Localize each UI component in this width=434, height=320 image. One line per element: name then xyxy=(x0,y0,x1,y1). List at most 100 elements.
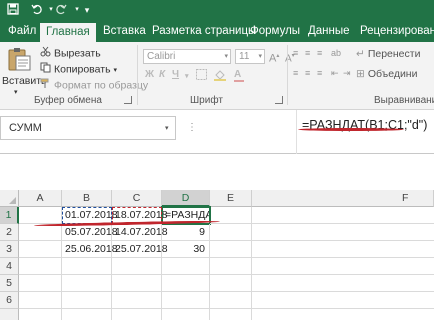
paste-icon[interactable] xyxy=(6,46,32,72)
row-header-1[interactable]: 1 xyxy=(0,207,19,224)
row-header-5[interactable]: 5 xyxy=(0,275,19,292)
font-group-label: Шрифт xyxy=(190,95,223,106)
cell-D6[interactable] xyxy=(162,292,210,309)
floppy-disk-icon[interactable] xyxy=(6,3,20,17)
row-header-7[interactable] xyxy=(0,309,19,320)
select-all-corner[interactable] xyxy=(0,190,19,207)
cell-D2[interactable]: 9 xyxy=(162,224,210,241)
name-box-dropdown-icon[interactable]: ▾ xyxy=(165,124,169,132)
tab-file[interactable]: Файл xyxy=(8,21,36,42)
cell-F4[interactable] xyxy=(252,258,434,275)
cell-F1[interactable] xyxy=(252,207,434,224)
cell-C3[interactable]: 25.07.2018 xyxy=(112,241,168,258)
row-header-6[interactable]: 6 xyxy=(0,292,19,309)
cell-D4[interactable] xyxy=(162,258,210,275)
chevron-down-icon[interactable]: ▾ xyxy=(80,3,94,17)
indent-icon[interactable]: ⇤ xyxy=(331,66,339,80)
cell-A7[interactable] xyxy=(19,309,62,320)
cell-F6[interactable] xyxy=(252,292,434,309)
cell-B5[interactable] xyxy=(62,275,112,292)
cell-E5[interactable] xyxy=(210,275,252,292)
cell-A4[interactable] xyxy=(19,258,62,275)
formula-underline-annotation xyxy=(298,128,404,131)
align-center-icon[interactable]: ≡ xyxy=(305,66,310,80)
tab-insert[interactable]: Вставка xyxy=(103,21,146,42)
format-painter-button[interactable]: Формат по образцу xyxy=(40,78,148,92)
row-header-3[interactable]: 3 xyxy=(0,241,19,258)
cell-B3[interactable]: 25.06.2018 xyxy=(62,241,118,258)
align-left-icon[interactable]: ≡ xyxy=(293,66,298,80)
align-right-icon[interactable]: ≡ xyxy=(317,66,322,80)
cell-E4[interactable] xyxy=(210,258,252,275)
cell-B2[interactable]: 05.07.2018 xyxy=(62,224,118,241)
italic-icon[interactable]: К xyxy=(159,69,165,80)
paste-dropdown-icon[interactable]: ▾ xyxy=(14,86,18,100)
increase-font-icon[interactable]: A▴ xyxy=(269,49,279,65)
cell-A2[interactable] xyxy=(19,224,62,241)
row-header-4[interactable]: 4 xyxy=(0,258,19,275)
orientation-icon[interactable]: ab xyxy=(331,46,341,60)
outdent-icon[interactable]: ⇥ xyxy=(343,66,351,80)
formula-bar-resize-icon[interactable]: ⋮ xyxy=(187,122,197,133)
cell-B4[interactable] xyxy=(62,258,112,275)
reference-highlight-B1 xyxy=(62,207,112,224)
align-middle-icon[interactable]: ≡ xyxy=(305,46,310,60)
cell-A3[interactable] xyxy=(19,241,62,258)
cell-E3[interactable] xyxy=(210,241,252,258)
underline-dropdown-icon[interactable]: ▾ xyxy=(185,72,189,80)
cell-E7[interactable] xyxy=(210,309,252,320)
column-header-B[interactable]: B xyxy=(62,190,112,207)
column-header-A[interactable]: A xyxy=(19,190,62,207)
tab-data[interactable]: Данные xyxy=(308,21,350,42)
wrap-text-button[interactable]: ↵ Перенести xyxy=(356,47,420,61)
cell-D5[interactable] xyxy=(162,275,210,292)
name-box[interactable]: СУММ xyxy=(0,116,176,140)
merge-button[interactable]: ⊞ Объедини xyxy=(356,67,417,81)
undo-icon[interactable] xyxy=(30,3,44,17)
font-color-swatch xyxy=(234,80,244,82)
cell-C2[interactable]: 14.07.2018 xyxy=(112,224,168,241)
underline-icon[interactable]: Ч xyxy=(172,69,179,80)
column-header-D[interactable]: D xyxy=(162,190,210,207)
cell-C6[interactable] xyxy=(112,292,162,309)
tab-formulas[interactable]: Формулы xyxy=(250,21,300,42)
align-top-icon[interactable]: ≡ xyxy=(293,46,298,60)
cell-A1[interactable] xyxy=(19,207,62,224)
cell-E6[interactable] xyxy=(210,292,252,309)
cell-F7[interactable] xyxy=(252,309,434,320)
tab-review[interactable]: Рецензирование xyxy=(360,21,434,42)
column-header-E[interactable]: E xyxy=(210,190,252,207)
cell-D3[interactable]: 30 xyxy=(162,241,210,258)
cell-F2[interactable] xyxy=(252,224,434,241)
column-header-F[interactable]: F xyxy=(252,190,434,207)
cell-F5[interactable] xyxy=(252,275,434,292)
font-size-select[interactable]: 11 ▾ xyxy=(235,49,265,64)
clipboard-launcher-icon[interactable] xyxy=(124,96,132,104)
tab-home[interactable]: Главная xyxy=(40,23,96,42)
bold-icon[interactable]: Ж xyxy=(145,69,154,80)
redo-icon[interactable] xyxy=(54,3,68,17)
cell-A6[interactable] xyxy=(19,292,62,309)
font-color-icon[interactable]: A xyxy=(234,69,241,80)
cell-B6[interactable] xyxy=(62,292,112,309)
cell-B7[interactable] xyxy=(62,309,112,320)
font-name-select[interactable]: Calibri ▾ xyxy=(143,49,231,64)
cell-D7[interactable] xyxy=(162,309,210,320)
cell-A5[interactable] xyxy=(19,275,62,292)
scissors-icon xyxy=(40,46,51,61)
tab-page-layout[interactable]: Разметка страницы xyxy=(152,21,256,42)
copy-icon xyxy=(40,62,51,77)
copy-button[interactable]: Копировать ▾ xyxy=(40,62,117,76)
cell-E2[interactable] xyxy=(210,224,252,241)
column-header-C[interactable]: C xyxy=(112,190,162,207)
row-header-2[interactable]: 2 xyxy=(0,224,19,241)
align-bottom-icon[interactable]: ≡ xyxy=(317,46,322,60)
cell-C5[interactable] xyxy=(112,275,162,292)
cut-button[interactable]: Вырезать xyxy=(40,46,101,60)
cell-C4[interactable] xyxy=(112,258,162,275)
font-launcher-icon[interactable] xyxy=(275,96,283,104)
fill-color-icon[interactable] xyxy=(214,69,226,84)
cell-F3[interactable] xyxy=(252,241,434,258)
borders-icon[interactable] xyxy=(196,69,207,83)
cell-C7[interactable] xyxy=(112,309,162,320)
